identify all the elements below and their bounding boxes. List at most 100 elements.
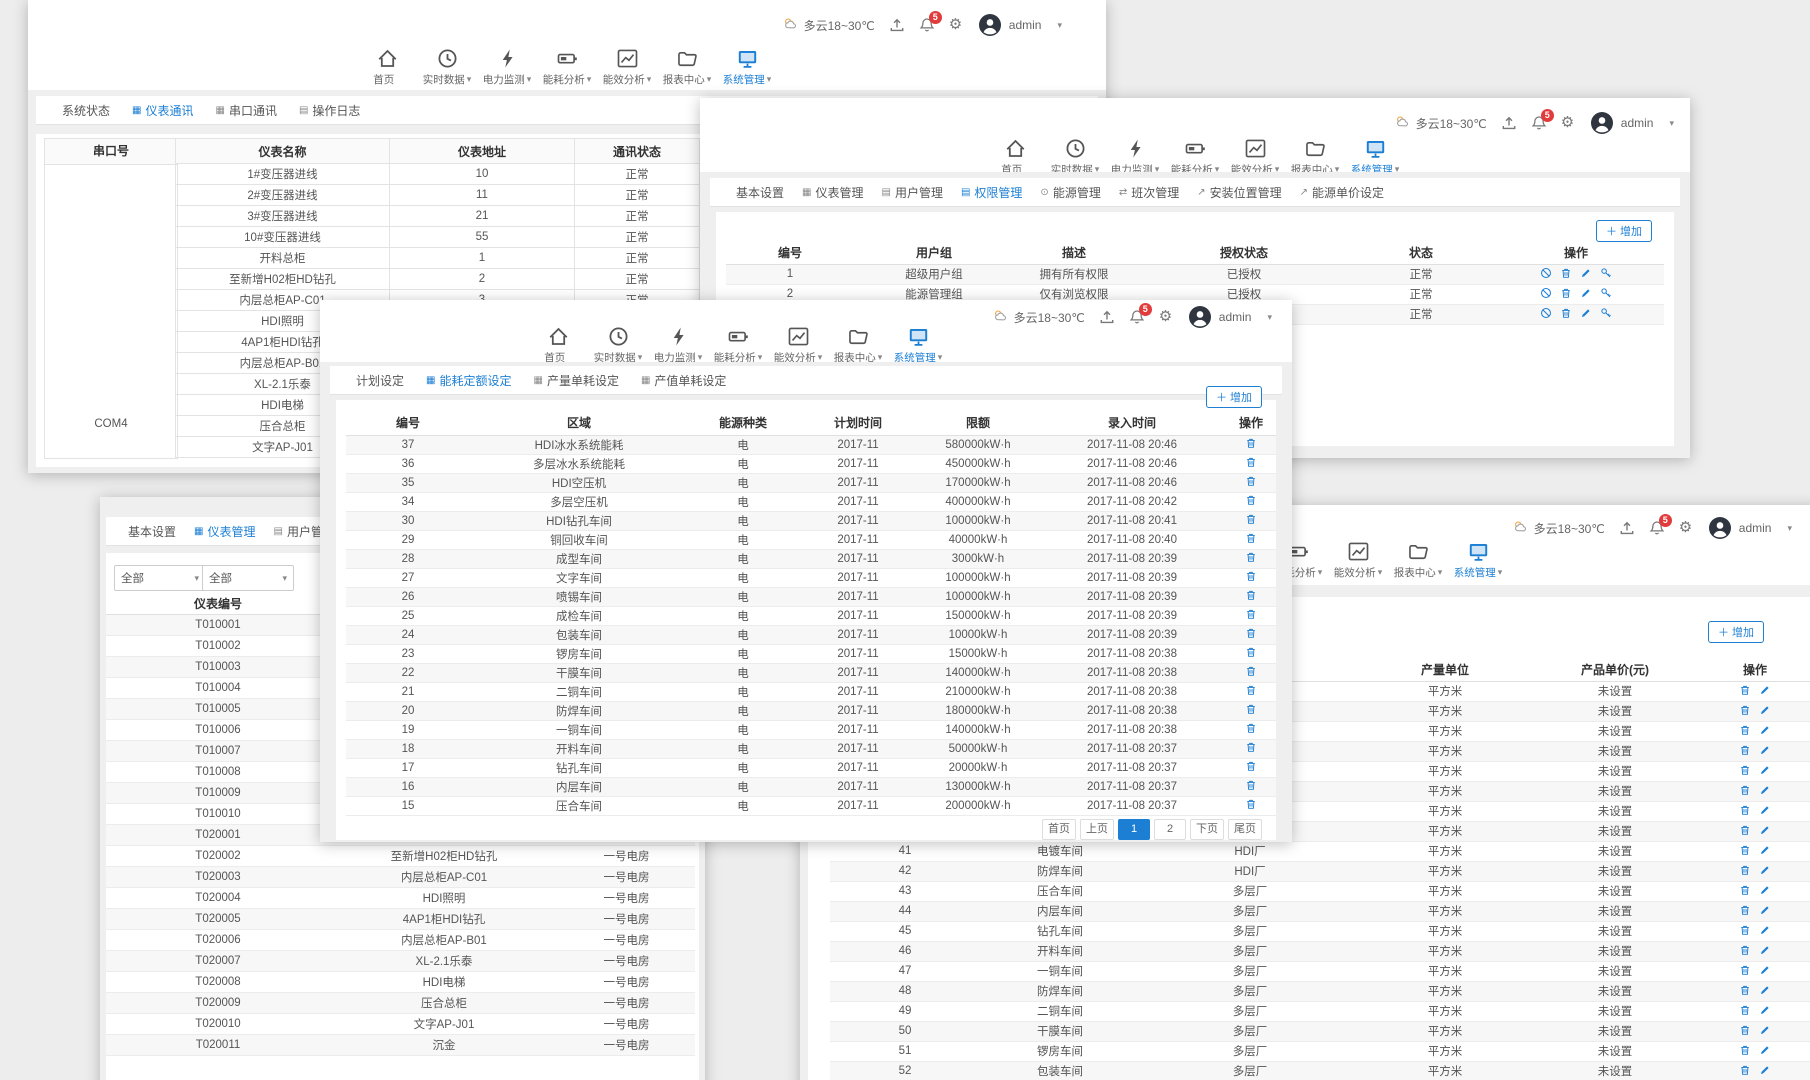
- trash-icon[interactable]: [1739, 884, 1751, 896]
- trash-icon[interactable]: [1245, 665, 1257, 677]
- page-button[interactable]: 1: [1118, 819, 1150, 840]
- key-icon[interactable]: [1600, 267, 1612, 279]
- nav-item[interactable]: 电力监测▾: [484, 48, 530, 87]
- tab[interactable]: ▦ 串口通讯: [215, 102, 276, 119]
- tab[interactable]: ↗ 安装位置管理: [1197, 184, 1281, 201]
- trash-icon[interactable]: [1739, 984, 1751, 996]
- pencil-icon[interactable]: [1759, 904, 1771, 916]
- nav-item[interactable]: 报表中心▾: [1395, 541, 1441, 580]
- tab[interactable]: ▦ 仪表管理: [194, 523, 255, 540]
- nav-item[interactable]: 系统管理▾: [724, 48, 770, 87]
- add-button[interactable]: ＋ 增加: [1206, 386, 1262, 408]
- add-button[interactable]: ＋ 增加: [1708, 621, 1764, 643]
- trash-icon[interactable]: [1245, 494, 1257, 506]
- pencil-icon[interactable]: [1580, 307, 1592, 319]
- trash-icon[interactable]: [1739, 944, 1751, 956]
- username[interactable]: admin: [1621, 116, 1654, 130]
- tab[interactable]: ▤ 操作日志: [299, 102, 360, 119]
- trash-icon[interactable]: [1245, 779, 1257, 791]
- pencil-icon[interactable]: [1759, 884, 1771, 896]
- tab[interactable]: ▦ 产量单耗设定: [533, 372, 618, 389]
- nav-item[interactable]: 电力监测▾: [655, 326, 701, 365]
- trash-icon[interactable]: [1245, 760, 1257, 772]
- trash-icon[interactable]: [1739, 844, 1751, 856]
- nav-item[interactable]: 系统管理▾: [1455, 541, 1501, 580]
- upload-icon[interactable]: [889, 17, 905, 33]
- tab[interactable]: ⇄ 班次管理: [1119, 184, 1179, 201]
- nav-item[interactable]: 能耗分析▾: [544, 48, 590, 87]
- key-icon[interactable]: [1600, 287, 1612, 299]
- pencil-icon[interactable]: [1759, 724, 1771, 736]
- trash-icon[interactable]: [1245, 551, 1257, 563]
- pencil-icon[interactable]: [1759, 704, 1771, 716]
- trash-icon[interactable]: [1739, 764, 1751, 776]
- trash-icon[interactable]: [1739, 924, 1751, 936]
- pencil-icon[interactable]: [1580, 267, 1592, 279]
- pencil-icon[interactable]: [1759, 744, 1771, 756]
- nav-item[interactable]: 能效分析▾: [775, 326, 821, 365]
- nav-item[interactable]: 能效分析▾: [604, 48, 650, 87]
- trash-icon[interactable]: [1245, 513, 1257, 525]
- page-button[interactable]: 上页: [1080, 819, 1114, 840]
- trash-icon[interactable]: [1739, 804, 1751, 816]
- filter-select-1[interactable]: 全部 ▾: [114, 565, 206, 591]
- nav-item[interactable]: 报表中心▾: [835, 326, 881, 365]
- trash-icon[interactable]: [1560, 287, 1572, 299]
- pencil-icon[interactable]: [1759, 824, 1771, 836]
- tab[interactable]: 计划设定: [352, 372, 404, 389]
- trash-icon[interactable]: [1739, 784, 1751, 796]
- trash-icon[interactable]: [1245, 798, 1257, 810]
- trash-icon[interactable]: [1739, 704, 1751, 716]
- tab[interactable]: ▦ 仪表通讯: [132, 102, 193, 119]
- pencil-icon[interactable]: [1759, 804, 1771, 816]
- trash-icon[interactable]: [1739, 904, 1751, 916]
- pencil-icon[interactable]: [1759, 844, 1771, 856]
- notifications-button[interactable]: 5: [1129, 309, 1145, 325]
- trash-icon[interactable]: [1245, 608, 1257, 620]
- pencil-icon[interactable]: [1759, 764, 1771, 776]
- trash-icon[interactable]: [1560, 307, 1572, 319]
- pencil-icon[interactable]: [1759, 1044, 1771, 1056]
- tab[interactable]: ⊙ 能源管理: [1040, 184, 1100, 201]
- pencil-icon[interactable]: [1759, 1024, 1771, 1036]
- tab[interactable]: ↗ 能源单价设定: [1300, 184, 1384, 201]
- page-button[interactable]: 首页: [1042, 819, 1076, 840]
- trash-icon[interactable]: [1245, 741, 1257, 753]
- trash-icon[interactable]: [1739, 824, 1751, 836]
- trash-icon[interactable]: [1245, 627, 1257, 639]
- notifications-button[interactable]: 5: [1531, 115, 1547, 131]
- nav-item[interactable]: 首页▾: [364, 48, 410, 87]
- pencil-icon[interactable]: [1759, 924, 1771, 936]
- tab[interactable]: ▦ 能耗定额设定: [426, 372, 511, 389]
- trash-icon[interactable]: [1739, 724, 1751, 736]
- pencil-icon[interactable]: [1759, 684, 1771, 696]
- key-icon[interactable]: [1600, 307, 1612, 319]
- trash-icon[interactable]: [1739, 1004, 1751, 1016]
- page-button[interactable]: 2: [1154, 819, 1186, 840]
- trash-icon[interactable]: [1245, 475, 1257, 487]
- avatar[interactable]: [1189, 306, 1211, 328]
- trash-icon[interactable]: [1245, 570, 1257, 582]
- gear-icon[interactable]: ⚙: [1679, 520, 1695, 536]
- upload-icon[interactable]: [1619, 520, 1635, 536]
- trash-icon[interactable]: [1245, 684, 1257, 696]
- gear-icon[interactable]: ⚙: [1159, 309, 1175, 325]
- notifications-button[interactable]: 5: [1649, 520, 1665, 536]
- avatar[interactable]: [1709, 517, 1731, 539]
- pencil-icon[interactable]: [1759, 864, 1771, 876]
- trash-icon[interactable]: [1245, 646, 1257, 658]
- avatar[interactable]: [979, 14, 1001, 36]
- tab[interactable]: ▦ 仪表管理: [802, 184, 863, 201]
- pencil-icon[interactable]: [1759, 944, 1771, 956]
- pencil-icon[interactable]: [1759, 1064, 1771, 1076]
- avatar[interactable]: [1591, 112, 1613, 134]
- username[interactable]: admin: [1219, 310, 1252, 324]
- trash-icon[interactable]: [1245, 589, 1257, 601]
- pencil-icon[interactable]: [1759, 984, 1771, 996]
- ban-icon[interactable]: [1540, 307, 1552, 319]
- upload-icon[interactable]: [1501, 115, 1517, 131]
- trash-icon[interactable]: [1739, 864, 1751, 876]
- tab[interactable]: 基本设置: [124, 523, 176, 540]
- tab[interactable]: ▤ 用户管理: [881, 184, 942, 201]
- page-button[interactable]: 尾页: [1228, 819, 1262, 840]
